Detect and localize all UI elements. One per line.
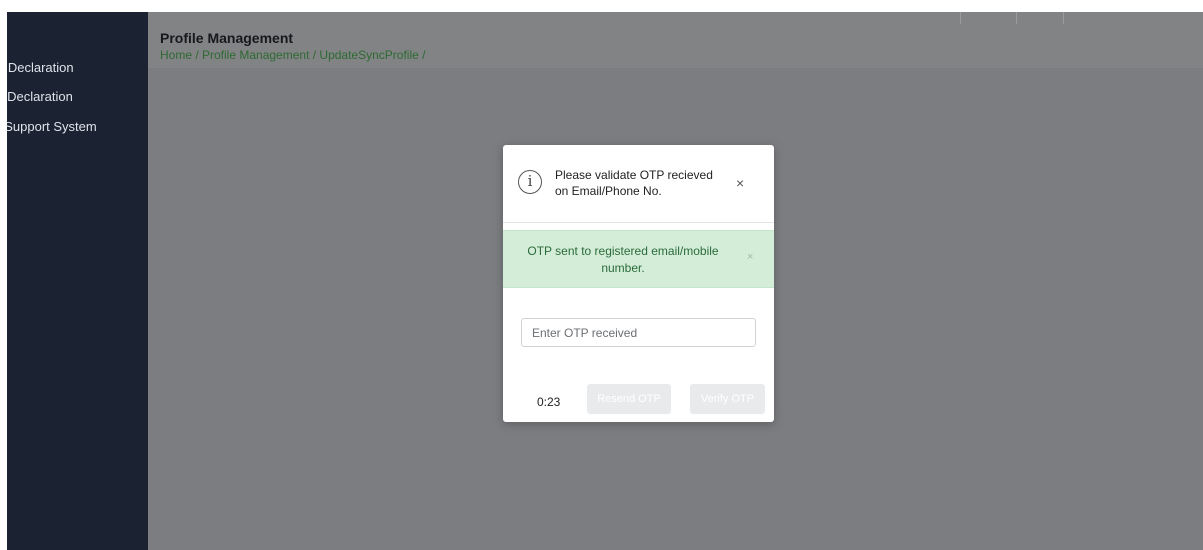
- sidebar-item-support-system[interactable]: t Support System: [7, 119, 97, 134]
- otp-input[interactable]: [521, 318, 756, 347]
- sidebar-item-declaration-1[interactable]: e Declaration: [7, 60, 74, 75]
- verify-otp-button[interactable]: Verify OTP: [690, 384, 765, 414]
- topbar-divider: [1063, 12, 1064, 24]
- topbar-divider: [1016, 12, 1017, 24]
- window-left-edge: [0, 0, 7, 550]
- page-title: Profile Management: [160, 30, 294, 46]
- sidebar-item-declaration-2[interactable]: s Declaration: [7, 89, 73, 104]
- page-header: Profile Management Home / Profile Manage…: [148, 12, 1203, 68]
- close-icon[interactable]: ×: [736, 175, 744, 191]
- alert-message: OTP sent to registered email/mobile numb…: [527, 244, 719, 275]
- success-alert: OTP sent to registered email/mobile numb…: [503, 230, 774, 288]
- topbar-divider: [960, 12, 961, 24]
- breadcrumb[interactable]: Home / Profile Management / UpdateSyncPr…: [160, 48, 425, 62]
- resend-otp-button[interactable]: Resend OTP: [587, 384, 671, 414]
- otp-timer: 0:23: [537, 395, 561, 409]
- window-top-edge: [0, 0, 1203, 12]
- modal-header: i Please validate OTP recieved on Email/…: [503, 145, 774, 223]
- alert-close-icon[interactable]: ×: [747, 251, 753, 263]
- sidebar: e e Declaration s Declaration t Support …: [7, 12, 148, 550]
- modal-title: Please validate OTP recieved on Email/Ph…: [555, 168, 713, 198]
- otp-modal: i Please validate OTP recieved on Email/…: [503, 145, 774, 422]
- info-icon: i: [518, 170, 542, 194]
